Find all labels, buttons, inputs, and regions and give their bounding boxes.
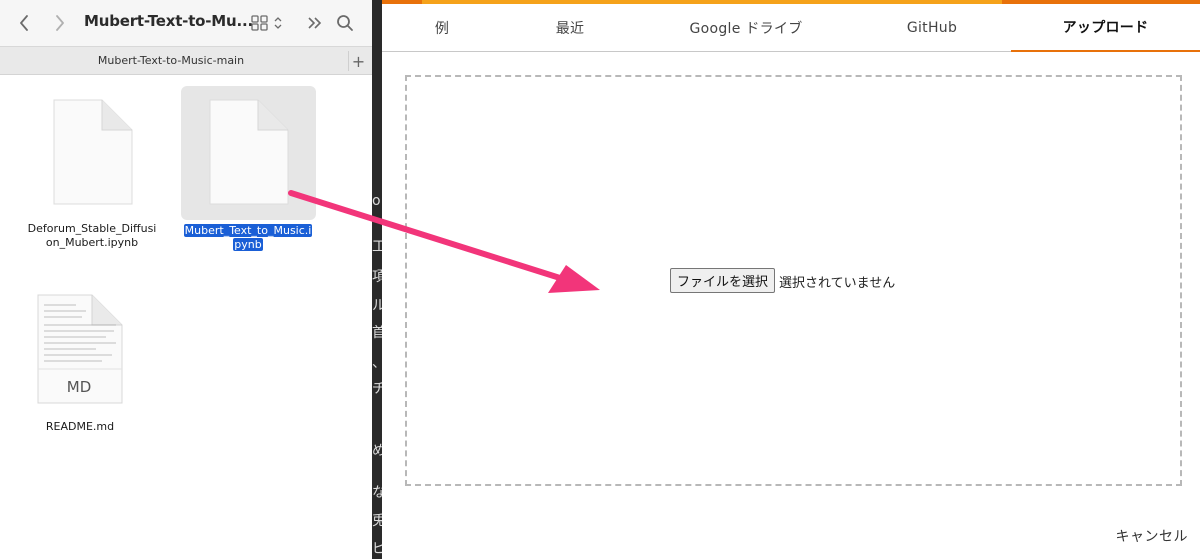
background-text-fragment: 工	[372, 239, 382, 255]
document-icon[interactable]	[206, 98, 290, 210]
finder-window: Mubert-Text-to-Mu... Mubert-Text-to-Musi…	[0, 0, 372, 559]
file-name-line1: Mubert_Text_to_Music.i	[183, 224, 313, 237]
forward-icon[interactable]	[48, 11, 72, 35]
finder-tab-bar: Mubert-Text-to-Music-main +	[0, 46, 372, 75]
upload-dialog: 例 最近 Google ドライブ GitHub アップロード ファイルを選択 選…	[382, 0, 1200, 559]
background-text-fragment: ル	[372, 298, 382, 314]
background-text-fragment: 、	[372, 352, 382, 372]
tab-recent[interactable]: 最近	[530, 4, 610, 52]
file-name-readme[interactable]: README.md	[8, 420, 152, 434]
background-text-fragment: な	[372, 485, 382, 501]
markdown-badge: MD	[66, 378, 92, 396]
tab-examples[interactable]: 例	[402, 4, 482, 52]
background-text-fragment: 項	[372, 269, 382, 285]
no-file-selected-text: 選択されていません	[779, 276, 896, 291]
more-chevrons-icon[interactable]	[303, 11, 327, 35]
view-grid-icon[interactable]	[248, 11, 288, 35]
choose-file-button[interactable]: ファイルを選択	[670, 268, 776, 293]
finder-tab[interactable]: Mubert-Text-to-Music-main	[0, 54, 342, 67]
source-tabs: 例 最近 Google ドライブ GitHub アップロード	[382, 4, 1200, 52]
background-text-fragment: め	[372, 443, 382, 459]
file-name-deforum[interactable]: Deforum_Stable_Diffusi on_Mubert.ipynb	[20, 222, 164, 250]
background-text-fragment: ピ	[372, 541, 382, 557]
background-text-fragment: 首	[372, 325, 382, 341]
cancel-button[interactable]: キャンセル	[1116, 526, 1189, 546]
finder-toolbar: Mubert-Text-to-Mu...	[0, 0, 372, 46]
tab-google-drive[interactable]: Google ドライブ	[666, 4, 826, 52]
new-tab-button[interactable]: +	[348, 51, 368, 71]
search-icon[interactable]	[333, 11, 357, 35]
file-name-line2: pynb	[233, 238, 263, 251]
file-name-mubert[interactable]: Mubert_Text_to_Music.i pynb	[176, 224, 320, 252]
file-name-line1: README.md	[45, 420, 115, 433]
background-text-fragment: 兎	[372, 513, 382, 529]
file-name-line1: Deforum_Stable_Diffusi	[27, 222, 157, 235]
window-title: Mubert-Text-to-Mu...	[84, 12, 253, 30]
background-text-fragment: チ	[372, 381, 382, 397]
back-icon[interactable]	[12, 11, 36, 35]
file-name-line2: on_Mubert.ipynb	[45, 236, 139, 249]
tab-upload[interactable]: アップロード	[1011, 4, 1200, 52]
screen: 例 最近 Google ドライブ GitHub アップロード ファイルを選択 選…	[0, 0, 1200, 559]
tab-github[interactable]: GitHub	[882, 4, 982, 52]
background-text-fragment: o	[372, 193, 381, 209]
document-icon[interactable]	[50, 98, 134, 210]
